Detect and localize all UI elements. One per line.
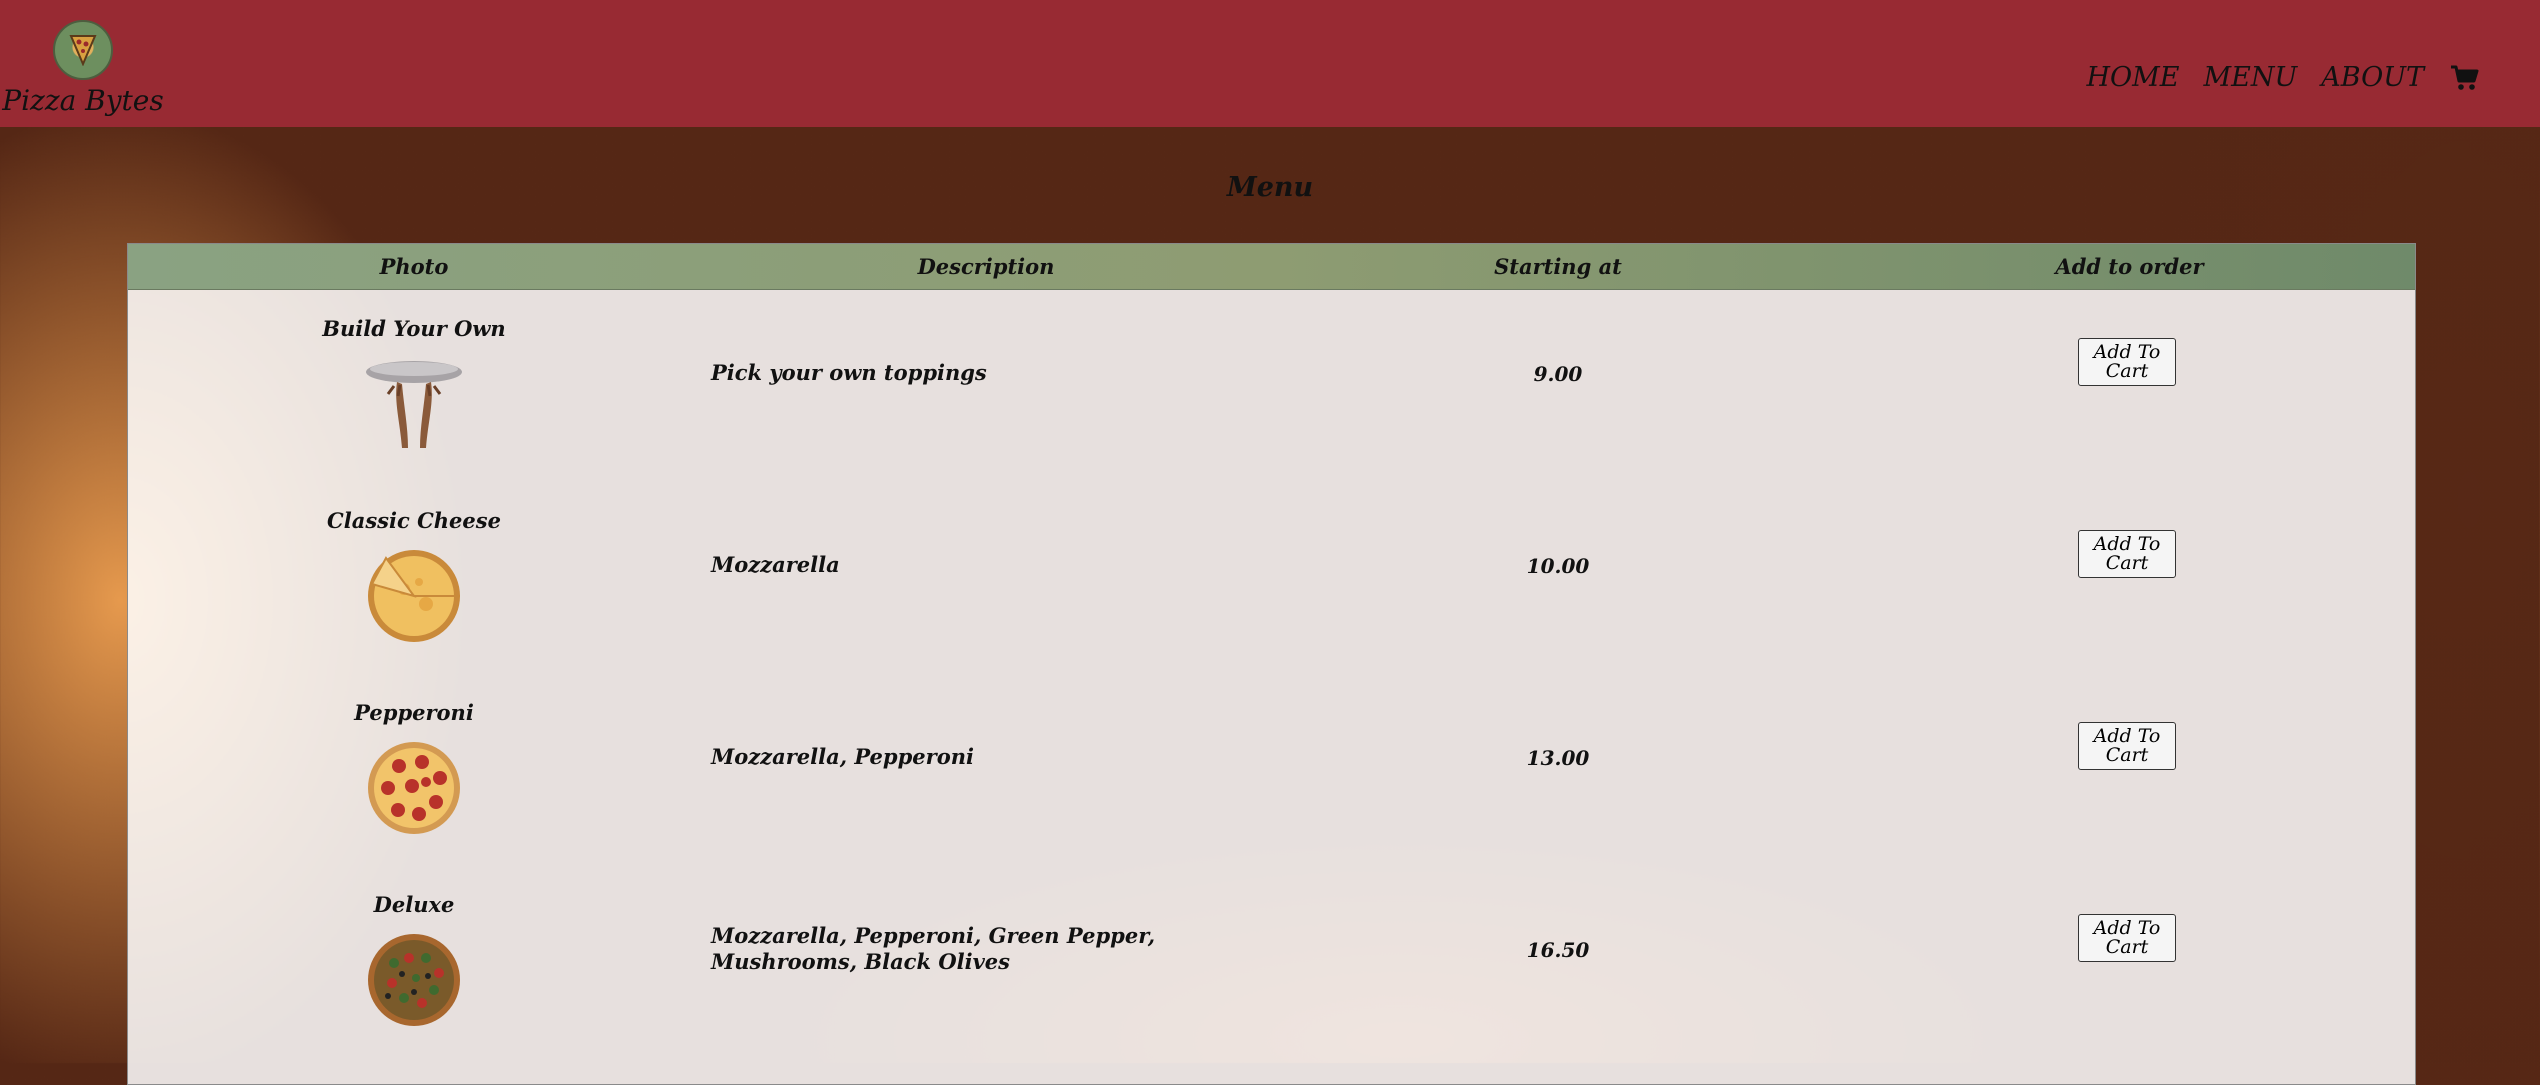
pepperoni-pizza-photo bbox=[368, 742, 460, 834]
brand-name: Pizza Bytes bbox=[2, 84, 164, 117]
item-description: Mozzarella bbox=[711, 552, 840, 577]
header-description: Description bbox=[917, 254, 1055, 279]
nav-about-link[interactable]: ABOUT bbox=[2321, 62, 2424, 93]
cheese-pizza-photo bbox=[368, 550, 460, 642]
item-description: Mozzarella, Pepperoni, Green Pepper, Mus… bbox=[711, 923, 1156, 974]
table-row: Build Your Own Pick your own toppings 9.… bbox=[128, 316, 2415, 506]
header-price: Starting at bbox=[1494, 254, 1622, 279]
item-name: Pepperoni bbox=[354, 700, 474, 725]
table-row: Pepperoni Mozzarella, Pepperoni 13.00 Ad… bbox=[128, 700, 2415, 890]
item-name: Deluxe bbox=[373, 892, 455, 917]
item-price: 16.50 bbox=[1526, 938, 1590, 962]
main-nav: HOME MENU ABOUT bbox=[2086, 62, 2480, 93]
pizza-slice-logo-icon bbox=[53, 20, 113, 80]
table-row: Classic Cheese Mozzarella 10.00 Add To C… bbox=[128, 508, 2415, 698]
item-name: Classic Cheese bbox=[327, 508, 501, 533]
add-to-cart-button[interactable]: Add To Cart bbox=[2078, 914, 2176, 962]
nav-menu-link[interactable]: MENU bbox=[2204, 62, 2298, 93]
navbar: Pizza Bytes HOME MENU ABOUT bbox=[0, 0, 2540, 127]
nav-home-link[interactable]: HOME bbox=[2086, 62, 2179, 93]
header-photo: Photo bbox=[379, 254, 449, 279]
menu-table: Photo Description Starting at Add to ord… bbox=[127, 243, 2416, 1085]
shopping-cart-icon[interactable] bbox=[2450, 64, 2480, 92]
header-order: Add to order bbox=[2055, 254, 2204, 279]
dough-hands-photo bbox=[366, 361, 462, 448]
item-price: 13.00 bbox=[1526, 746, 1590, 770]
add-to-cart-button[interactable]: Add To Cart bbox=[2078, 338, 2176, 386]
item-price: 9.00 bbox=[1533, 362, 1583, 386]
table-row: Deluxe Mozzarella, Pepperoni, Green Pepp… bbox=[128, 892, 2415, 1082]
table-header: Photo Description Starting at Add to ord… bbox=[128, 244, 2415, 290]
brand-logo[interactable]: Pizza Bytes bbox=[2, 20, 164, 120]
add-to-cart-button[interactable]: Add To Cart bbox=[2078, 530, 2176, 578]
item-name: Build Your Own bbox=[322, 316, 506, 341]
page-title: Menu bbox=[1226, 172, 1314, 203]
add-to-cart-button[interactable]: Add To Cart bbox=[2078, 722, 2176, 770]
deluxe-pizza-photo bbox=[368, 934, 460, 1026]
item-description: Mozzarella, Pepperoni bbox=[711, 744, 974, 769]
item-price: 10.00 bbox=[1526, 554, 1590, 578]
item-description: Pick your own toppings bbox=[711, 360, 987, 385]
